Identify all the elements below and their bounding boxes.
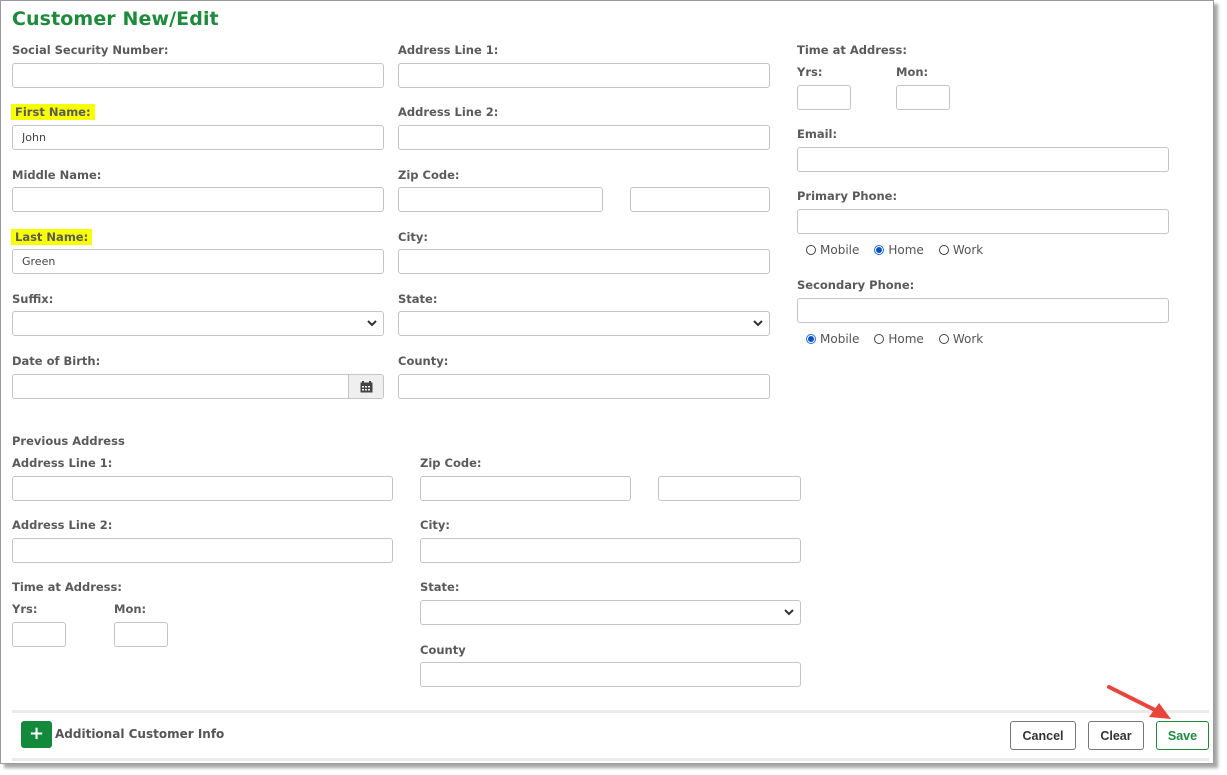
add-customer-info-button[interactable]: +	[21, 721, 52, 748]
calendar-icon	[360, 381, 373, 393]
middle-name-label: Middle Name:	[12, 168, 102, 182]
footer-divider-bottom	[12, 758, 1209, 761]
clear-button[interactable]: Clear	[1088, 721, 1144, 750]
county-input[interactable]	[398, 374, 770, 399]
ssn-input[interactable]	[12, 63, 384, 88]
primary-phone-mobile-radio[interactable]: Mobile	[806, 243, 859, 257]
prev-yrs-label: Yrs:	[12, 602, 38, 616]
county-label: County:	[398, 354, 449, 368]
prev-address-line2-label: Address Line 2:	[12, 518, 113, 532]
secondary-phone-mobile-radio[interactable]: Mobile	[806, 332, 859, 346]
address-line2-label: Address Line 2:	[398, 105, 499, 119]
state-label: State:	[398, 292, 438, 306]
secondary-phone-label: Secondary Phone:	[797, 278, 915, 292]
secondary-phone-input[interactable]	[797, 298, 1169, 323]
city-label: City:	[398, 230, 428, 244]
middle-name-input[interactable]	[12, 187, 384, 212]
annotation-arrow-icon	[1107, 685, 1171, 719]
cancel-button[interactable]: Cancel	[1010, 721, 1076, 750]
state-select[interactable]	[398, 311, 770, 336]
ssn-label: Social Security Number:	[12, 43, 169, 57]
prev-county-input[interactable]	[420, 662, 801, 687]
prev-city-input[interactable]	[420, 538, 801, 563]
primary-phone-type-group: Mobile Home Work	[806, 243, 998, 257]
yrs-label: Yrs:	[797, 65, 823, 79]
prev-address-line1-label: Address Line 1:	[12, 456, 113, 470]
previous-address-heading: Previous Address	[12, 434, 125, 448]
prev-mon-input[interactable]	[114, 622, 168, 647]
first-name-label: First Name:	[11, 104, 95, 120]
mon-label: Mon:	[896, 65, 929, 79]
mon-input[interactable]	[896, 85, 950, 110]
chevron-down-icon	[784, 609, 794, 616]
primary-phone-label: Primary Phone:	[797, 189, 898, 203]
suffix-select[interactable]	[12, 311, 384, 336]
chevron-down-icon	[367, 320, 377, 327]
prev-zip-input[interactable]	[420, 476, 631, 501]
suffix-label: Suffix:	[12, 292, 54, 306]
prev-zip-ext-input[interactable]	[658, 476, 801, 501]
secondary-phone-work-radio[interactable]: Work	[938, 332, 983, 346]
address-line1-input[interactable]	[398, 63, 770, 88]
time-at-address-label: Time at Address:	[797, 43, 907, 57]
prev-state-select[interactable]	[420, 600, 801, 625]
footer-divider-top	[12, 710, 1209, 713]
primary-phone-input[interactable]	[797, 209, 1169, 234]
prev-mon-label: Mon:	[114, 602, 147, 616]
prev-address-line2-input[interactable]	[12, 538, 393, 563]
zip-input[interactable]	[398, 187, 603, 212]
dob-input[interactable]	[12, 374, 384, 399]
address-line2-input[interactable]	[398, 125, 770, 150]
prev-county-label: County	[420, 643, 466, 657]
secondary-phone-type-group: Mobile Home Work	[806, 332, 998, 346]
email-input[interactable]	[797, 147, 1169, 172]
calendar-button[interactable]	[348, 375, 383, 398]
first-name-input[interactable]	[12, 125, 384, 150]
additional-customer-info-link[interactable]: Additional Customer Info	[55, 727, 224, 741]
city-input[interactable]	[398, 249, 770, 274]
prev-address-line1-input[interactable]	[12, 476, 393, 501]
save-button[interactable]: Save	[1156, 721, 1209, 750]
yrs-input[interactable]	[797, 85, 851, 110]
primary-phone-work-radio[interactable]: Work	[938, 243, 983, 257]
zip-label: Zip Code:	[398, 168, 460, 182]
prev-city-label: City:	[420, 518, 450, 532]
last-name-label: Last Name:	[11, 229, 93, 245]
zip-ext-input[interactable]	[630, 187, 770, 212]
prev-state-label: State:	[420, 580, 460, 594]
plus-icon: +	[28, 723, 45, 744]
address-line1-label: Address Line 1:	[398, 43, 499, 57]
prev-time-at-address-label: Time at Address:	[12, 580, 122, 594]
dob-label: Date of Birth:	[12, 354, 101, 368]
prev-zip-label: Zip Code:	[420, 456, 482, 470]
page-title: Customer New/Edit	[12, 8, 219, 30]
prev-yrs-input[interactable]	[12, 622, 66, 647]
chevron-down-icon	[753, 320, 763, 327]
primary-phone-home-radio[interactable]: Home	[874, 243, 924, 257]
secondary-phone-home-radio[interactable]: Home	[874, 332, 924, 346]
last-name-input[interactable]	[12, 249, 384, 274]
email-label: Email:	[797, 127, 838, 141]
